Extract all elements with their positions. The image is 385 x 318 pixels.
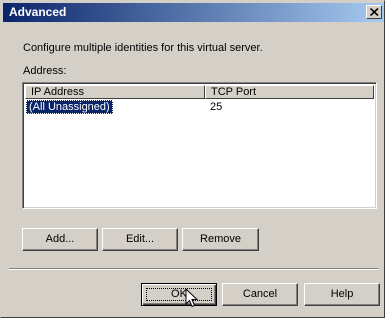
window-title: Advanced xyxy=(9,5,67,19)
add-button[interactable]: Add... xyxy=(22,228,98,251)
mouse-pointer-icon xyxy=(185,288,199,308)
column-header-tcp-port[interactable]: TCP Port xyxy=(205,85,374,99)
dialog-description: Configure multiple identities for this v… xyxy=(23,42,263,54)
title-bar[interactable]: Advanced xyxy=(3,3,384,22)
cancel-button[interactable]: Cancel xyxy=(222,283,298,306)
list-header: IP Address TCP Port xyxy=(25,85,374,99)
edit-button[interactable]: Edit... xyxy=(102,228,178,251)
close-icon xyxy=(370,8,379,16)
cell-ip-address[interactable]: (All Unassigned) xyxy=(26,100,113,114)
advanced-dialog: Advanced Configure multiple identities f… xyxy=(0,0,385,318)
address-label: Address: xyxy=(23,65,67,77)
remove-button[interactable]: Remove xyxy=(182,228,259,251)
list-row[interactable]: (All Unassigned) 25 xyxy=(25,100,374,114)
address-list[interactable]: IP Address TCP Port (All Unassigned) 25 xyxy=(22,82,377,209)
help-button[interactable]: Help xyxy=(304,283,380,306)
column-header-ip-address[interactable]: IP Address xyxy=(25,85,205,99)
cell-tcp-port[interactable]: 25 xyxy=(210,100,222,114)
close-button[interactable] xyxy=(366,5,382,19)
ok-button[interactable]: OK xyxy=(141,283,217,306)
separator xyxy=(9,268,378,270)
